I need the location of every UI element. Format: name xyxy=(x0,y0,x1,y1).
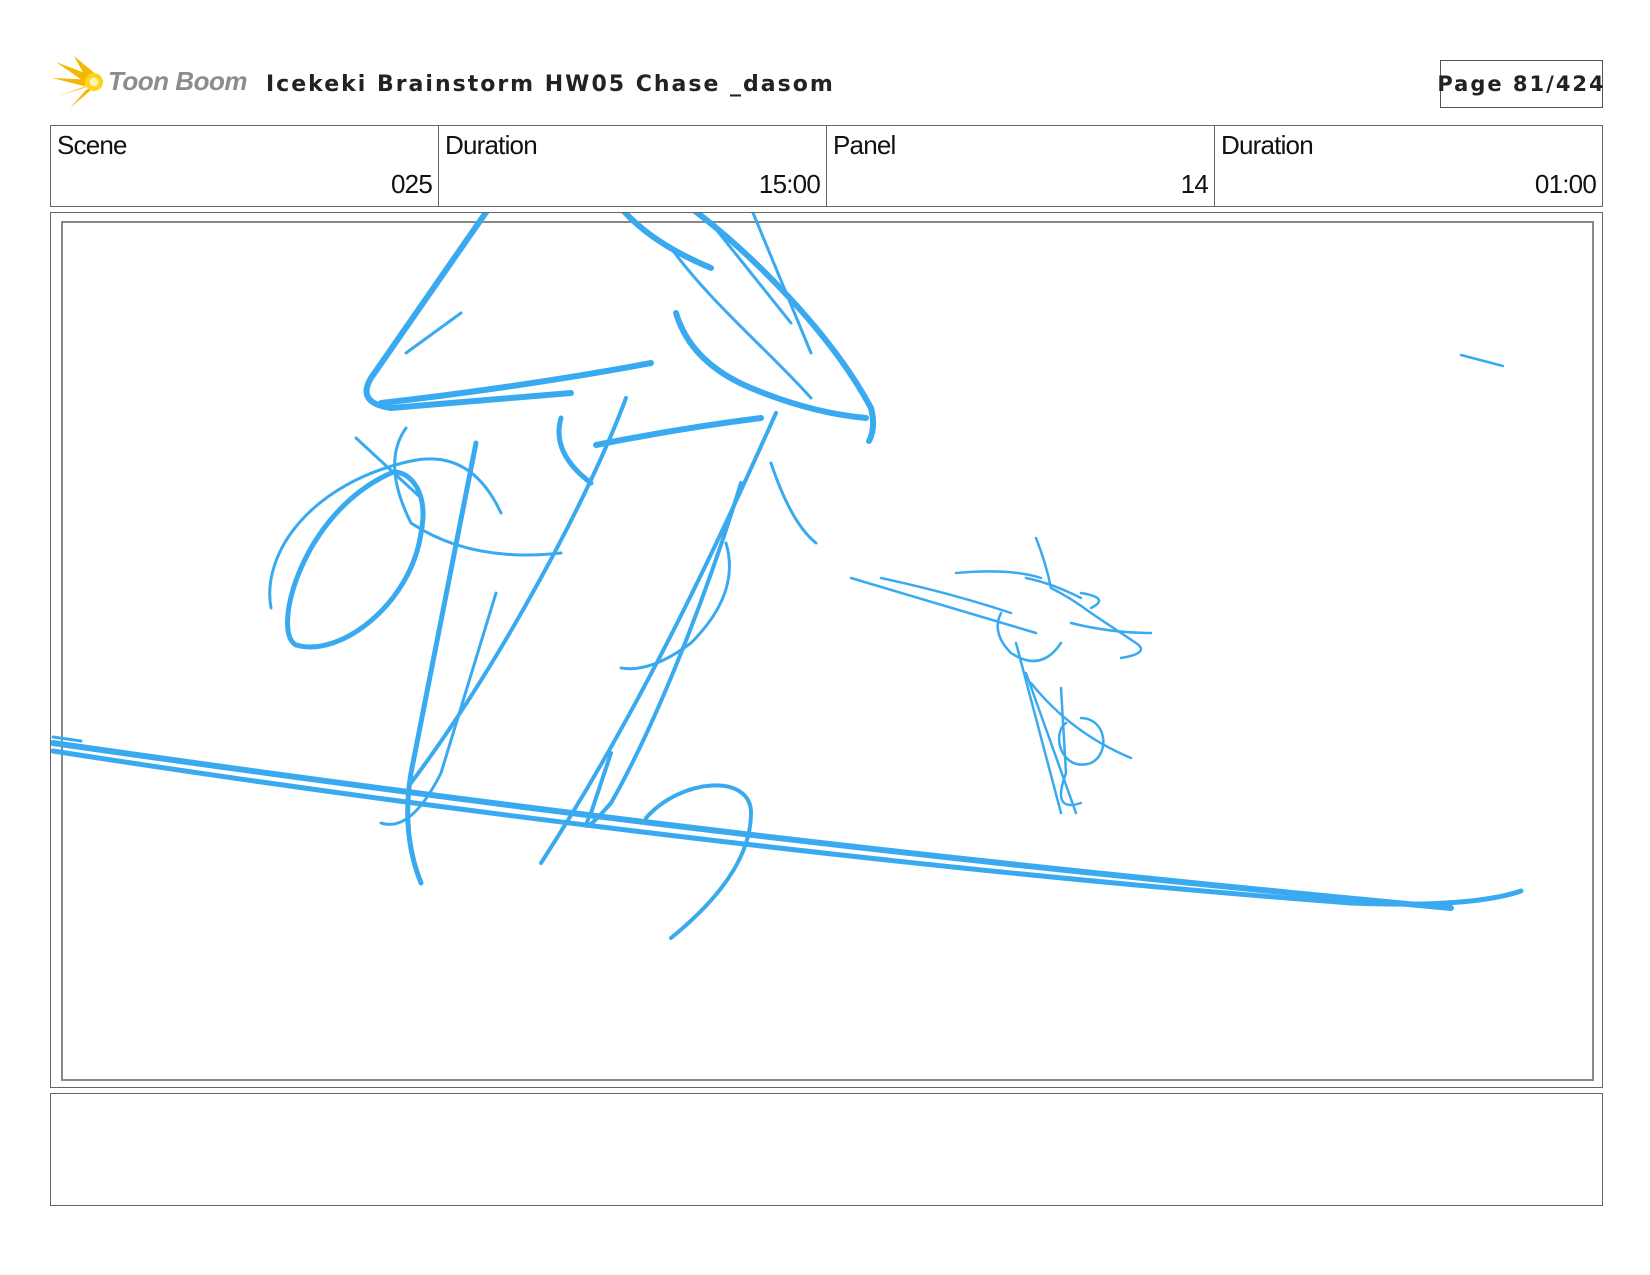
logo-text: Toon Boom xyxy=(108,66,247,96)
panel-notes-box[interactable] xyxy=(50,1093,1603,1206)
hood-left-edge xyxy=(363,213,574,411)
panel-duration-label: Duration xyxy=(1221,130,1314,160)
body-curve xyxy=(769,461,818,545)
shoulder-oval xyxy=(285,469,426,650)
document-title: Icekeki Brainstorm HW05 Chase _dasom xyxy=(266,72,835,97)
scene-value: 025 xyxy=(391,169,433,199)
distant-character xyxy=(849,536,1153,815)
arm-hook xyxy=(556,415,594,486)
leg-center-2 xyxy=(539,411,778,865)
scene-duration-cell: Duration 15:00 xyxy=(439,126,827,206)
leg-left xyxy=(405,440,479,886)
panel-cell: Panel 14 xyxy=(827,126,1215,206)
leg-center xyxy=(409,396,628,785)
safe-frame xyxy=(61,221,1594,1081)
sketch-drawing xyxy=(51,213,1594,1081)
panel-label: Panel xyxy=(833,130,896,160)
stray-mark xyxy=(1459,353,1505,368)
foot-oval xyxy=(644,783,753,940)
storyboard-panel xyxy=(50,212,1603,1088)
scene-duration-label: Duration xyxy=(445,130,538,160)
toon-boom-logo: Toon Boom xyxy=(52,56,252,112)
scene-info-table: Scene 025 Duration 15:00 Panel 14 Durati… xyxy=(50,125,1603,207)
arm-band xyxy=(593,415,764,448)
scene-label: Scene xyxy=(57,130,128,160)
panel-duration-cell: Duration 01:00 xyxy=(1215,126,1602,206)
hood-right-cone xyxy=(692,213,877,444)
panel-value: 14 xyxy=(1180,169,1209,199)
scene-duration-value: 15:00 xyxy=(758,169,821,199)
ground-line-stub xyxy=(51,735,83,743)
page-number: Page 81/424 xyxy=(1437,60,1604,108)
hood-inner-lines xyxy=(669,213,813,400)
leg-right xyxy=(584,481,743,828)
star-burst-icon xyxy=(52,56,103,108)
hood-strap xyxy=(673,310,869,421)
scene-cell: Scene 025 xyxy=(51,126,439,206)
panel-duration-value: 01:00 xyxy=(1534,169,1597,199)
